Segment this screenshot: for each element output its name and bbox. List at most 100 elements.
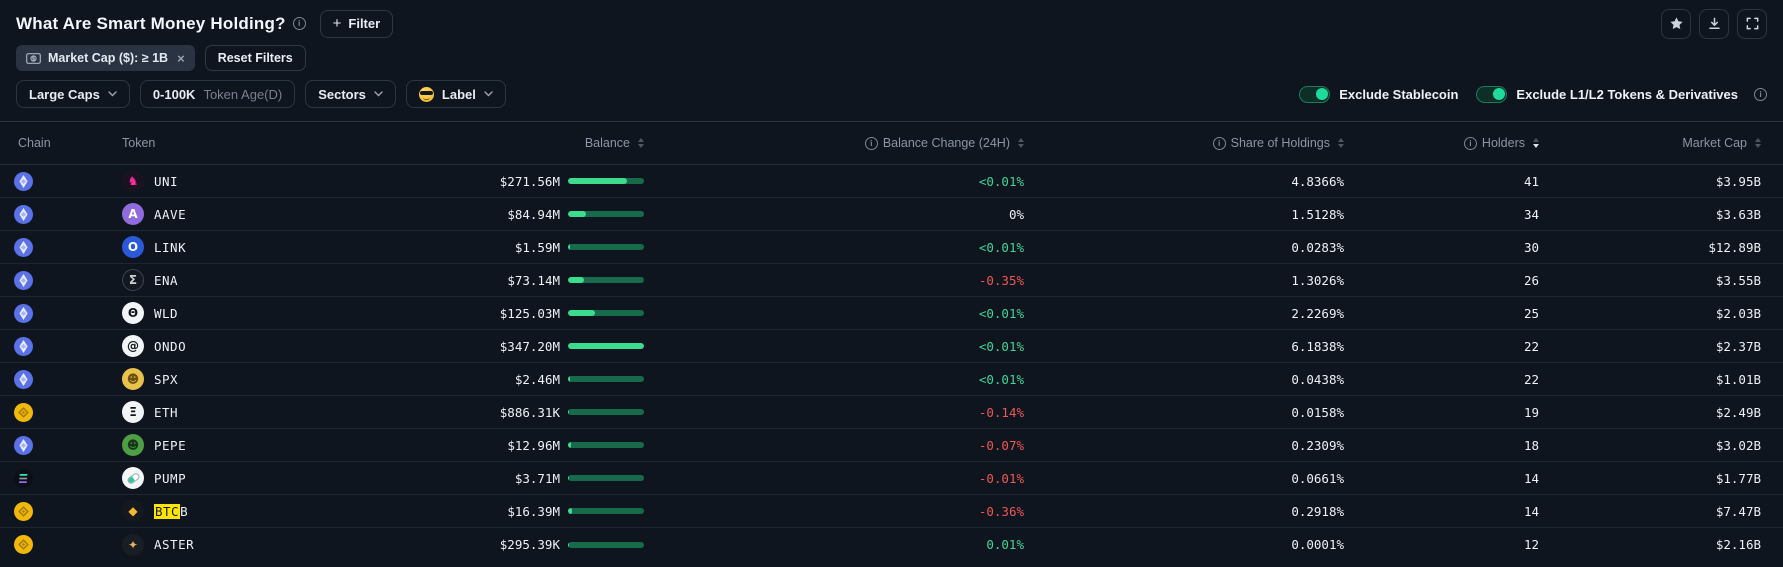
market-cap-filter-chip[interactable]: $ Market Cap ($): ≥ 1B × [16, 45, 195, 71]
market-cap-tier-dropdown[interactable]: Large Caps [16, 80, 130, 108]
token-cell[interactable]: ☻SPX [122, 368, 362, 390]
balance-change-value: <0.01% [644, 372, 1024, 387]
table-row-link[interactable]: OLINK$1.59M<0.01%0.0283%30$12.89B [0, 231, 1783, 264]
sectors-dropdown[interactable]: Sectors [305, 80, 396, 108]
column-header-token: Token [122, 136, 362, 150]
holders-value: 22 [1344, 372, 1539, 387]
holders-value: 25 [1344, 306, 1539, 321]
holders-value: 22 [1344, 339, 1539, 354]
reset-filters-button[interactable]: Reset Filters [205, 45, 306, 71]
table-row-btcb[interactable]: ◆BTCB$16.39M-0.36%0.2918%14$7.47B [0, 495, 1783, 528]
table-row-pepe[interactable]: ☻PEPE$12.96M-0.07%0.2309%18$3.02B [0, 429, 1783, 462]
share-of-holdings-value: 0.0661% [1024, 471, 1344, 486]
info-icon: i [1464, 137, 1477, 150]
exclude-stablecoin-toggle[interactable] [1299, 86, 1330, 103]
token-cell[interactable]: ΞETH [122, 401, 362, 423]
label-dropdown[interactable]: Label [406, 80, 506, 108]
token-icon-pill [122, 467, 144, 489]
table-row-ena[interactable]: ΣENA$73.14M-0.35%1.3026%26$3.55B [0, 264, 1783, 297]
balance-value: $16.39M [362, 504, 560, 519]
balance-bar [560, 409, 644, 415]
token-name: WLD [154, 306, 178, 321]
l1l2-info-icon[interactable]: i [1754, 88, 1767, 101]
token-cell[interactable]: PUMP [122, 467, 362, 489]
market-cap-value: $3.02B [1539, 438, 1761, 453]
holders-value: 14 [1344, 504, 1539, 519]
token-icon: ◆ [122, 500, 144, 522]
balance-bar [560, 244, 644, 250]
exclude-l1l2-toggle[interactable] [1476, 86, 1507, 103]
token-cell[interactable]: ◆ BTCB [122, 500, 362, 522]
token-cell[interactable]: AAAVE [122, 203, 362, 225]
title-info-icon[interactable]: i [293, 17, 306, 30]
token-icon: Ξ [122, 401, 144, 423]
balance-change-value: <0.01% [644, 174, 1024, 189]
table-row-uni[interactable]: ♞UNI$271.56M<0.01%4.8366%41$3.95B [0, 165, 1783, 198]
ethereum-chain-icon [14, 205, 33, 224]
column-header-holders[interactable]: i Holders [1344, 136, 1539, 150]
fullscreen-icon [1745, 16, 1760, 31]
market-cap-value: $2.49B [1539, 405, 1761, 420]
market-cap-value: $1.77B [1539, 471, 1761, 486]
market-cap-value: $7.47B [1539, 504, 1761, 519]
token-cell[interactable]: ✦ASTER [122, 534, 362, 556]
table-row-aave[interactable]: AAAVE$84.94M0%1.5128%34$3.63B [0, 198, 1783, 231]
token-name: LINK [154, 240, 186, 255]
svg-text:$: $ [31, 55, 35, 62]
holders-value: 26 [1344, 273, 1539, 288]
table-row-eth[interactable]: ΞETH$886.31K-0.14%0.0158%19$2.49B [0, 396, 1783, 429]
filter-button[interactable]: + Filter [320, 10, 394, 38]
token-cell[interactable]: @ONDO [122, 335, 362, 357]
share-of-holdings-value: 0.0283% [1024, 240, 1344, 255]
chip-close-icon[interactable]: × [177, 51, 185, 66]
token-cell[interactable]: ♞UNI [122, 170, 362, 192]
holdings-table: Chain Token Balance i Balance Change (24… [0, 121, 1783, 567]
token-age-filter[interactable]: 0-100K Token Age(D) [140, 80, 295, 108]
balance-bar [560, 542, 644, 548]
chain-cell [0, 337, 122, 356]
table-row-wld[interactable]: ΘWLD$125.03M<0.01%2.2269%25$2.03B [0, 297, 1783, 330]
chain-cell [0, 403, 122, 422]
applied-filters-row: $ Market Cap ($): ≥ 1B × Reset Filters [0, 42, 1783, 72]
chain-cell [0, 535, 122, 554]
bnb-chain-icon [14, 535, 33, 554]
column-header-share[interactable]: i Share of Holdings [1024, 136, 1344, 150]
table-row-pump[interactable]: PUMP$3.71M-0.01%0.0661%14$1.77B [0, 462, 1783, 495]
token-cell[interactable]: ΘWLD [122, 302, 362, 324]
share-of-holdings-value: 2.2269% [1024, 306, 1344, 321]
table-row-aster[interactable]: ✦ASTER$295.39K0.01%0.0001%12$2.16B [0, 528, 1783, 561]
balance-value: $295.39K [362, 537, 560, 552]
share-of-holdings-value: 0.0158% [1024, 405, 1344, 420]
solana-chain-icon [14, 469, 33, 488]
market-cap-value: $12.89B [1539, 240, 1761, 255]
fullscreen-button[interactable] [1737, 9, 1767, 39]
toggle-label: Exclude L1/L2 Tokens & Derivatives [1516, 87, 1738, 102]
balance-change-value: -0.01% [644, 471, 1024, 486]
balance-value: $347.20M [362, 339, 560, 354]
favorite-button[interactable] [1661, 9, 1691, 39]
column-header-balance[interactable]: Balance [362, 136, 644, 150]
chain-cell [0, 172, 122, 191]
filter-pills: Large Caps 0-100K Token Age(D) Sectors L… [16, 80, 506, 108]
balance-value: $73.14M [362, 273, 560, 288]
balance-bar [560, 508, 644, 514]
download-button[interactable] [1699, 9, 1729, 39]
balance-value: $886.31K [362, 405, 560, 420]
balance-change-value: -0.36% [644, 504, 1024, 519]
table-row-ondo[interactable]: @ONDO$347.20M<0.01%6.1838%22$2.37B [0, 330, 1783, 363]
page-title: What Are Smart Money Holding? [16, 14, 286, 34]
token-name: BTCB [154, 504, 188, 519]
balance-change-value: <0.01% [644, 306, 1024, 321]
token-cell[interactable]: OLINK [122, 236, 362, 258]
column-header-balance-change[interactable]: i Balance Change (24H) [644, 136, 1024, 150]
balance-change-value: 0.01% [644, 537, 1024, 552]
table-row-spx[interactable]: ☻SPX$2.46M<0.01%0.0438%22$1.01B [0, 363, 1783, 396]
share-of-holdings-value: 4.8366% [1024, 174, 1344, 189]
token-icon: Σ [122, 269, 144, 291]
balance-bar [560, 475, 644, 481]
search-highlight: BTC [154, 504, 180, 519]
column-header-market-cap[interactable]: Market Cap [1539, 136, 1761, 150]
chain-cell [0, 469, 122, 488]
token-cell[interactable]: ΣENA [122, 269, 362, 291]
token-cell[interactable]: ☻PEPE [122, 434, 362, 456]
